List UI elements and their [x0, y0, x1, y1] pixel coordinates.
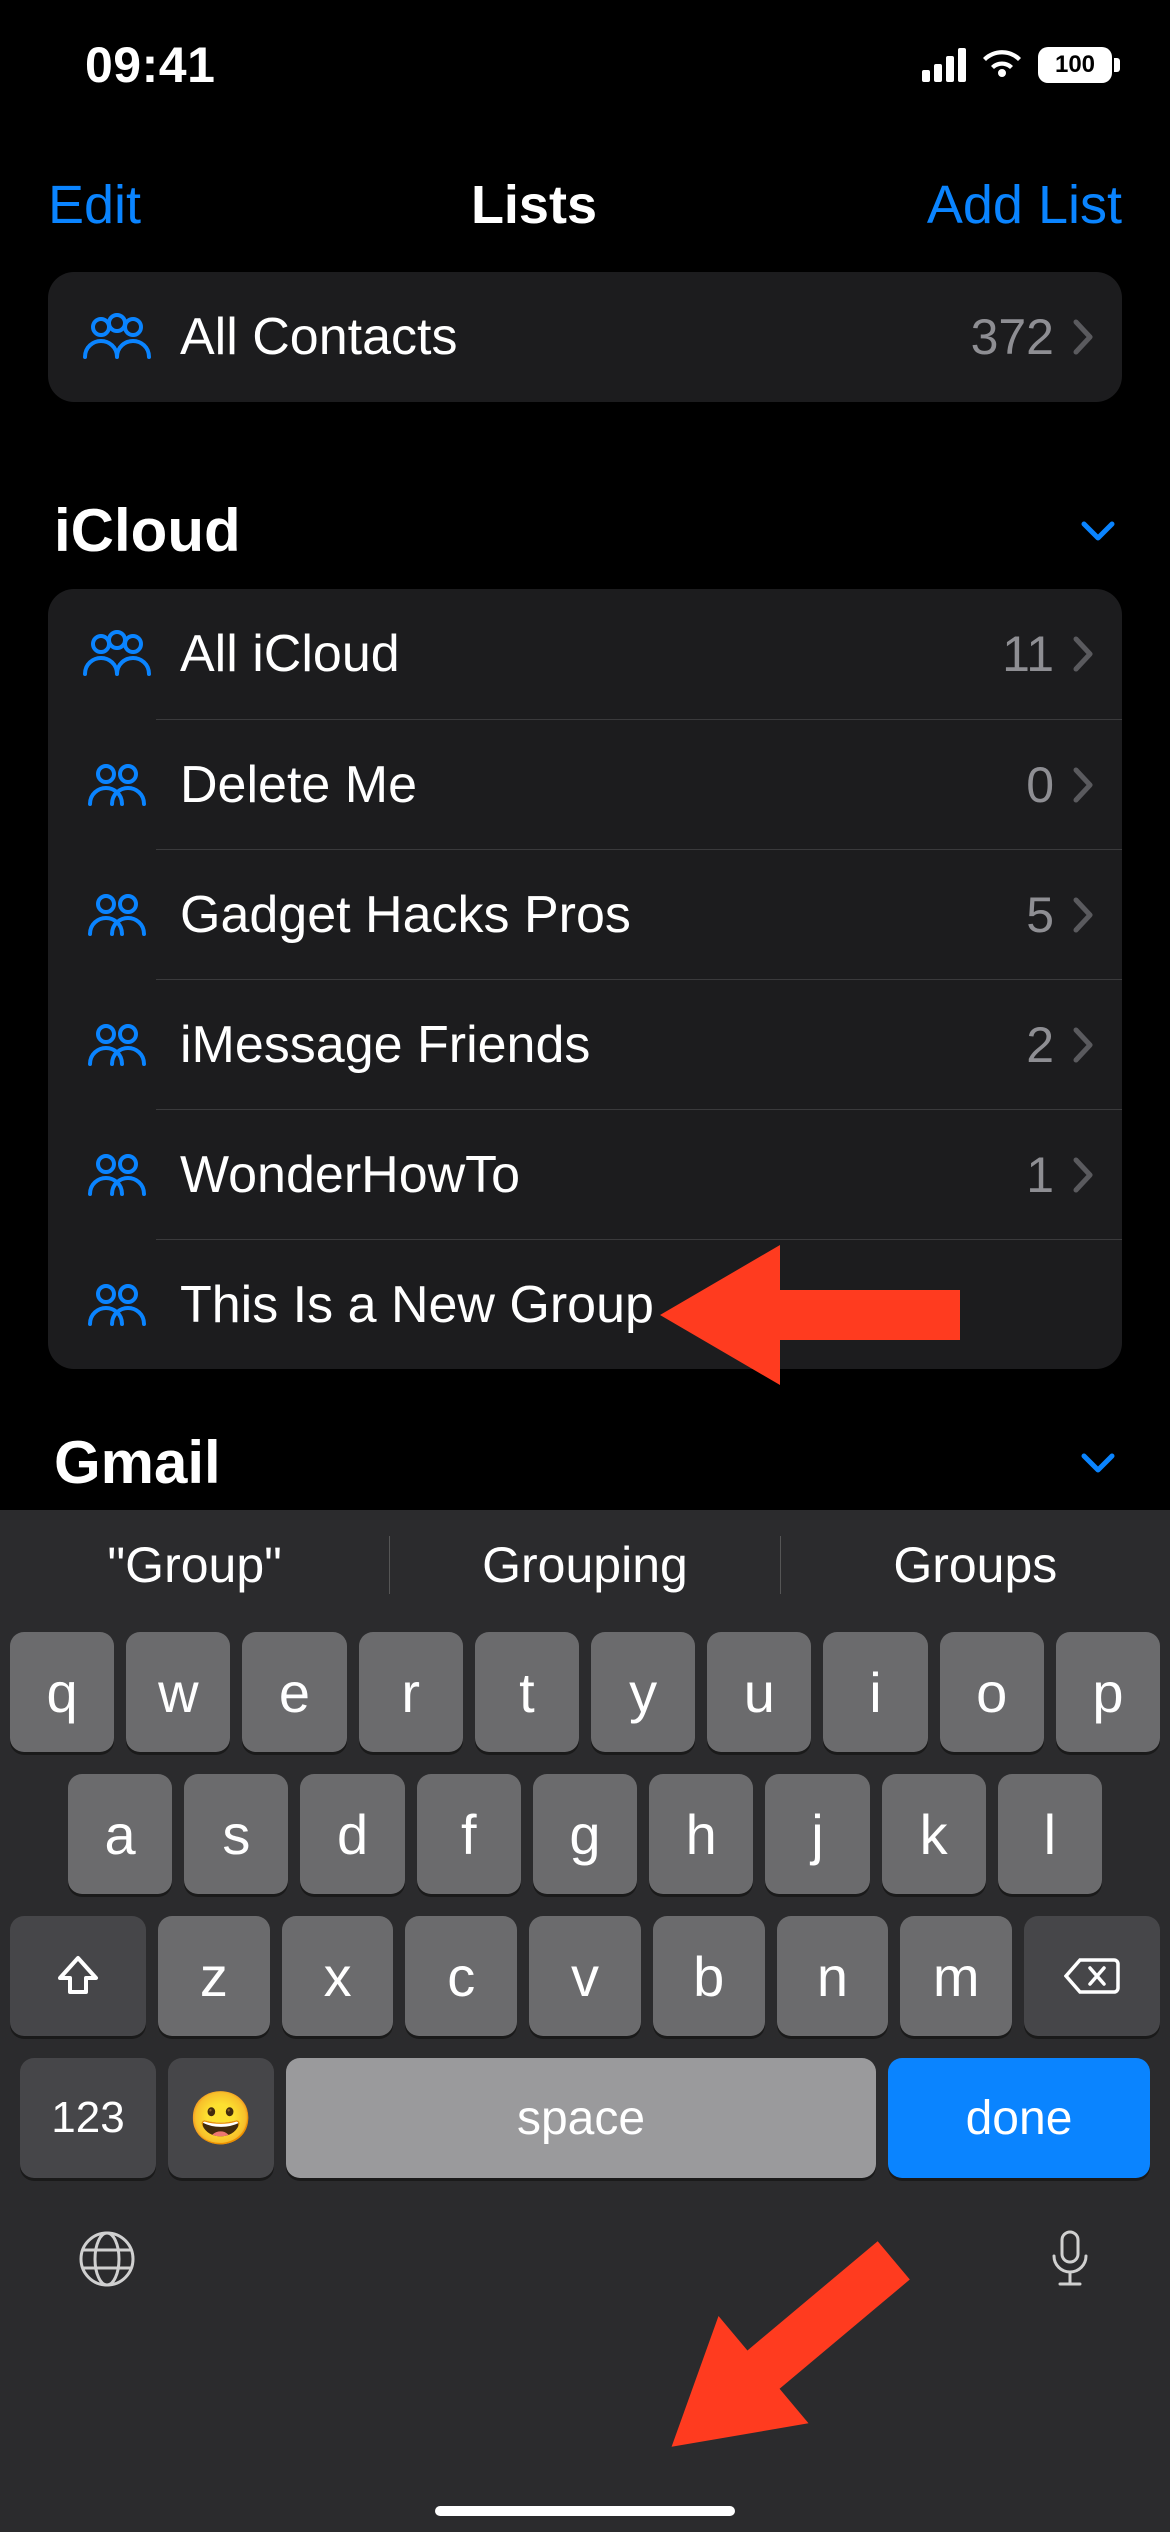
chevron-down-icon: [1080, 1452, 1116, 1474]
numbers-key[interactable]: 123: [20, 2058, 156, 2178]
all-contacts-count: 372: [971, 308, 1054, 366]
key-c[interactable]: c: [405, 1916, 517, 2036]
wifi-icon: [980, 49, 1024, 81]
key-w[interactable]: w: [126, 1632, 230, 1752]
battery-level: 100: [1038, 47, 1112, 83]
cellular-icon: [922, 48, 966, 82]
list-label: Gadget Hacks Pros: [156, 885, 1026, 945]
chevron-right-icon: [1072, 896, 1094, 934]
chevron-right-icon: [1072, 635, 1094, 673]
key-b[interactable]: b: [653, 1916, 765, 2036]
list-label: Delete Me: [156, 755, 1026, 815]
key-o[interactable]: o: [940, 1632, 1044, 1752]
key-e[interactable]: e: [242, 1632, 346, 1752]
section-header-icloud[interactable]: iCloud: [48, 460, 1122, 589]
list-label: All iCloud: [156, 624, 1002, 684]
pair-icon: [78, 1020, 156, 1068]
list-label: WonderHowTo: [156, 1145, 1026, 1205]
section-title: Gmail: [54, 1428, 221, 1497]
shift-key[interactable]: [10, 1916, 146, 2036]
key-f[interactable]: f: [417, 1774, 521, 1894]
all-contacts-label: All Contacts: [156, 307, 971, 367]
page-title: Lists: [471, 174, 597, 236]
edit-button[interactable]: Edit: [48, 174, 141, 236]
list-row-wonderhowto[interactable]: WonderHowTo 1: [48, 1109, 1122, 1239]
key-y[interactable]: y: [591, 1632, 695, 1752]
globe-icon[interactable]: [78, 2230, 136, 2288]
status-indicators: 100: [922, 47, 1120, 83]
emoji-key[interactable]: 😀: [168, 2058, 274, 2178]
emoji-icon: 😀: [189, 2088, 254, 2149]
key-t[interactable]: t: [475, 1632, 579, 1752]
list-count: 11: [1002, 625, 1054, 683]
key-s[interactable]: s: [184, 1774, 288, 1894]
list-count: 0: [1026, 756, 1054, 814]
section-title: iCloud: [54, 496, 241, 565]
list-label: iMessage Friends: [156, 1015, 1026, 1075]
status-time: 09:41: [85, 36, 215, 94]
shift-icon: [54, 1952, 102, 2000]
key-n[interactable]: n: [777, 1916, 889, 2036]
key-p[interactable]: p: [1056, 1632, 1160, 1752]
chevron-right-icon: [1072, 318, 1094, 356]
key-i[interactable]: i: [823, 1632, 927, 1752]
pair-icon: [78, 1280, 156, 1328]
suggestion-bar: "Group" Grouping Groups: [0, 1510, 1170, 1620]
chevron-right-icon: [1072, 1026, 1094, 1064]
suggestion-3[interactable]: Groups: [781, 1536, 1170, 1594]
list-row-all-icloud[interactable]: All iCloud 11: [48, 589, 1122, 719]
chevron-right-icon: [1072, 1156, 1094, 1194]
chevron-right-icon: [1072, 766, 1094, 804]
status-bar: 09:41 100: [0, 0, 1170, 130]
list-count: 1: [1026, 1146, 1054, 1204]
key-m[interactable]: m: [900, 1916, 1012, 2036]
navigation-bar: Edit Lists Add List: [0, 150, 1170, 260]
key-a[interactable]: a: [68, 1774, 172, 1894]
key-r[interactable]: r: [359, 1632, 463, 1752]
battery-icon: 100: [1038, 47, 1120, 83]
list-row-gadget-hacks[interactable]: Gadget Hacks Pros 5: [48, 849, 1122, 979]
key-q[interactable]: q: [10, 1632, 114, 1752]
pair-icon: [78, 890, 156, 938]
people-icon: [78, 313, 156, 361]
keyboard: "Group" Grouping Groups q w e r t y u i …: [0, 1510, 1170, 2532]
section-header-gmail[interactable]: Gmail: [48, 1392, 1122, 1521]
key-j[interactable]: j: [765, 1774, 869, 1894]
key-d[interactable]: d: [300, 1774, 404, 1894]
add-list-button[interactable]: Add List: [927, 174, 1122, 236]
suggestion-2[interactable]: Grouping: [390, 1536, 779, 1594]
key-l[interactable]: l: [998, 1774, 1102, 1894]
key-v[interactable]: v: [529, 1916, 641, 2036]
people-icon: [78, 630, 156, 678]
all-contacts-row[interactable]: All Contacts 372: [48, 272, 1122, 402]
key-h[interactable]: h: [649, 1774, 753, 1894]
key-z[interactable]: z: [158, 1916, 270, 2036]
key-g[interactable]: g: [533, 1774, 637, 1894]
suggestion-1[interactable]: "Group": [0, 1536, 389, 1594]
key-k[interactable]: k: [882, 1774, 986, 1894]
pair-icon: [78, 1150, 156, 1198]
new-group-input[interactable]: This Is a New Group: [156, 1275, 1094, 1335]
pair-icon: [78, 760, 156, 808]
list-row-delete-me[interactable]: Delete Me 0: [48, 719, 1122, 849]
icloud-lists-card: All iCloud 11 Delete Me 0: [48, 589, 1122, 1369]
key-u[interactable]: u: [707, 1632, 811, 1752]
list-row-new-group[interactable]: This Is a New Group: [48, 1239, 1122, 1369]
all-contacts-card: All Contacts 372: [48, 272, 1122, 402]
backspace-key[interactable]: [1024, 1916, 1160, 2036]
dictation-icon[interactable]: [1048, 2228, 1092, 2290]
home-indicator[interactable]: [435, 2506, 735, 2516]
chevron-down-icon: [1080, 520, 1116, 542]
space-key[interactable]: space: [286, 2058, 876, 2178]
backspace-icon: [1064, 1956, 1120, 1996]
done-key[interactable]: done: [888, 2058, 1150, 2178]
key-x[interactable]: x: [282, 1916, 394, 2036]
list-count: 5: [1026, 886, 1054, 944]
list-row-imessage-friends[interactable]: iMessage Friends 2: [48, 979, 1122, 1109]
list-count: 2: [1026, 1016, 1054, 1074]
